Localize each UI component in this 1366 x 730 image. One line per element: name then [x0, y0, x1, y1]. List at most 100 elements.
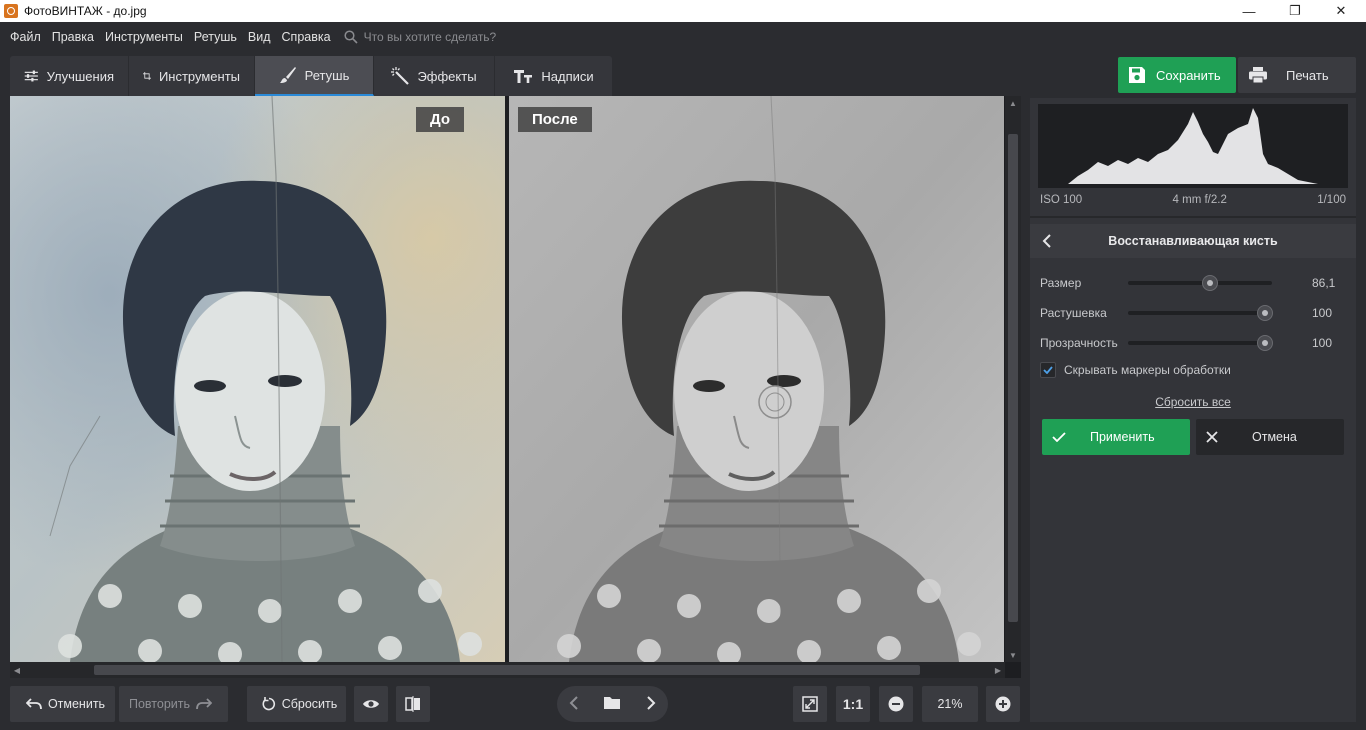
menu-help[interactable]: Справка — [282, 30, 331, 44]
cancel-label: Отмена — [1252, 430, 1297, 444]
hide-markers-checkbox[interactable]: Скрывать маркеры обработки — [1040, 362, 1231, 378]
undo-button[interactable]: Отменить — [10, 686, 115, 722]
text-icon — [514, 70, 533, 83]
tab-enhancements[interactable]: Улучшения — [10, 56, 129, 96]
redo-icon — [196, 698, 212, 710]
menu-edit[interactable]: Правка — [52, 30, 94, 44]
folder-icon — [604, 696, 621, 709]
size-slider[interactable] — [1128, 275, 1272, 291]
print-button[interactable]: Печать — [1238, 57, 1356, 93]
menu-bar: Файл Правка Инструменты Ретушь Вид Справ… — [0, 22, 1366, 52]
tab-captions[interactable]: Надписи — [495, 56, 612, 96]
slider-value: 100 — [1312, 306, 1333, 320]
checkmark-icon — [1043, 366, 1053, 374]
exif-info: ISO 100 4 mm f/2.2 1/100 — [1040, 194, 1346, 206]
zoom-in-icon — [995, 696, 1011, 712]
sliders-icon — [24, 70, 38, 82]
tab-label: Надписи — [541, 68, 594, 84]
tab-bar: Улучшения Инструменты Ретушь Эффекты Над… — [10, 56, 612, 96]
split-view-icon — [405, 696, 420, 712]
maximize-button[interactable]: ❐ — [1272, 0, 1318, 22]
opacity-slider-handle[interactable] — [1257, 335, 1273, 351]
save-icon — [1129, 67, 1145, 83]
redo-button[interactable]: Повторить — [119, 686, 228, 722]
feather-slider[interactable] — [1128, 305, 1273, 321]
tab-label: Улучшения — [46, 68, 114, 84]
opacity-slider-row: Прозрачность 100 — [1040, 333, 1346, 353]
zoom-level[interactable]: 21% — [922, 686, 978, 722]
reset-button[interactable]: Сбросить — [247, 686, 346, 722]
tab-label: Инструменты — [158, 68, 240, 84]
next-file-button[interactable] — [646, 695, 656, 713]
size-slider-handle[interactable] — [1202, 275, 1218, 291]
horizontal-scrollbar[interactable]: ◀ ▶ — [10, 662, 1005, 678]
open-folder-button[interactable] — [603, 696, 621, 713]
preview-toggle-button[interactable] — [354, 686, 388, 722]
compare-view-button[interactable] — [396, 686, 430, 722]
print-label: Печать — [1286, 67, 1329, 83]
checkbox-label: Скрывать маркеры обработки — [1064, 363, 1231, 377]
menu-retouch[interactable]: Ретушь — [194, 30, 237, 44]
after-photo[interactable]: После — [509, 96, 1004, 662]
fit-screen-icon — [802, 696, 818, 712]
checkbox-box[interactable] — [1040, 362, 1056, 378]
apply-label: Применить — [1090, 430, 1155, 444]
scroll-left-icon[interactable]: ◀ — [10, 662, 24, 678]
scroll-up-icon[interactable]: ▲ — [1005, 96, 1021, 110]
app-icon — [4, 4, 18, 18]
tab-retouch[interactable]: Ретушь — [255, 56, 374, 96]
reset-all-link[interactable]: Сбросить все — [1030, 395, 1356, 409]
cancel-button[interactable]: Отмена — [1196, 419, 1344, 455]
minimize-button[interactable]: — — [1226, 0, 1272, 22]
actual-size-button[interactable]: 1:1 — [836, 686, 870, 722]
fit-to-screen-button[interactable] — [793, 686, 827, 722]
redo-label: Повторить — [128, 697, 190, 711]
feather-slider-row: Растушевка 100 — [1040, 303, 1346, 323]
panel-header: Восстанавливающая кисть — [1030, 224, 1356, 258]
vertical-scroll-thumb[interactable] — [1008, 134, 1018, 622]
undo-icon — [25, 698, 42, 710]
tab-tools[interactable]: Инструменты — [129, 56, 255, 96]
title-bar: ФотоВИНТАЖ - до.jpg — ❐ ✕ — [0, 0, 1366, 22]
window-title: ФотоВИНТАЖ - до.jpg — [24, 4, 147, 18]
zoom-out-icon — [888, 696, 904, 712]
scroll-right-icon[interactable]: ▶ — [991, 662, 1005, 678]
vertical-scrollbar[interactable]: ▲ ▼ — [1005, 96, 1021, 662]
close-button[interactable]: ✕ — [1318, 0, 1364, 22]
back-button[interactable] — [1030, 224, 1064, 258]
search-input[interactable]: Что вы хотите сделать? — [344, 30, 497, 44]
magic-wand-icon — [391, 67, 410, 85]
crop-icon — [143, 72, 151, 80]
file-navigation — [557, 686, 668, 722]
menu-file[interactable]: Файл — [10, 30, 41, 44]
opacity-slider[interactable] — [1128, 335, 1273, 351]
scroll-down-icon[interactable]: ▼ — [1005, 648, 1021, 662]
horizontal-scroll-thumb[interactable] — [94, 665, 920, 675]
tab-effects[interactable]: Эффекты — [374, 56, 495, 96]
exif-iso: ISO 100 — [1040, 194, 1083, 206]
panel-title: Восстанавливающая кисть — [1108, 234, 1278, 248]
slider-value: 86,1 — [1312, 276, 1336, 290]
tab-label: Ретушь — [304, 67, 350, 83]
menu-view[interactable]: Вид — [248, 30, 271, 44]
apply-button[interactable]: Применить — [1042, 419, 1190, 455]
exif-shutter: 1/100 — [1317, 194, 1346, 206]
exif-lens: 4 mm f/2.2 — [1172, 194, 1227, 206]
prev-file-button[interactable] — [569, 695, 579, 713]
tool-panel: ISO 100 4 mm f/2.2 1/100 Восстанавливающ… — [1030, 98, 1356, 722]
slider-value: 100 — [1312, 336, 1333, 350]
panel-divider — [1030, 216, 1356, 218]
search-placeholder: Что вы хотите сделать? — [363, 30, 497, 44]
chevron-left-icon — [1042, 234, 1051, 248]
undo-label: Отменить — [47, 697, 106, 711]
slider-label: Растушевка — [1040, 306, 1107, 320]
menu-tools[interactable]: Инструменты — [105, 30, 183, 44]
histogram — [1038, 104, 1348, 188]
zoom-in-button[interactable] — [986, 686, 1020, 722]
photo-workspace[interactable]: До После ▲ ▼ ◀ ▶ — [10, 96, 1021, 678]
zoom-out-button[interactable] — [879, 686, 913, 722]
before-photo[interactable]: До — [10, 96, 505, 662]
size-slider-row: Размер 86,1 — [1040, 273, 1346, 293]
save-button[interactable]: Сохранить — [1118, 57, 1236, 93]
feather-slider-handle[interactable] — [1257, 305, 1273, 321]
